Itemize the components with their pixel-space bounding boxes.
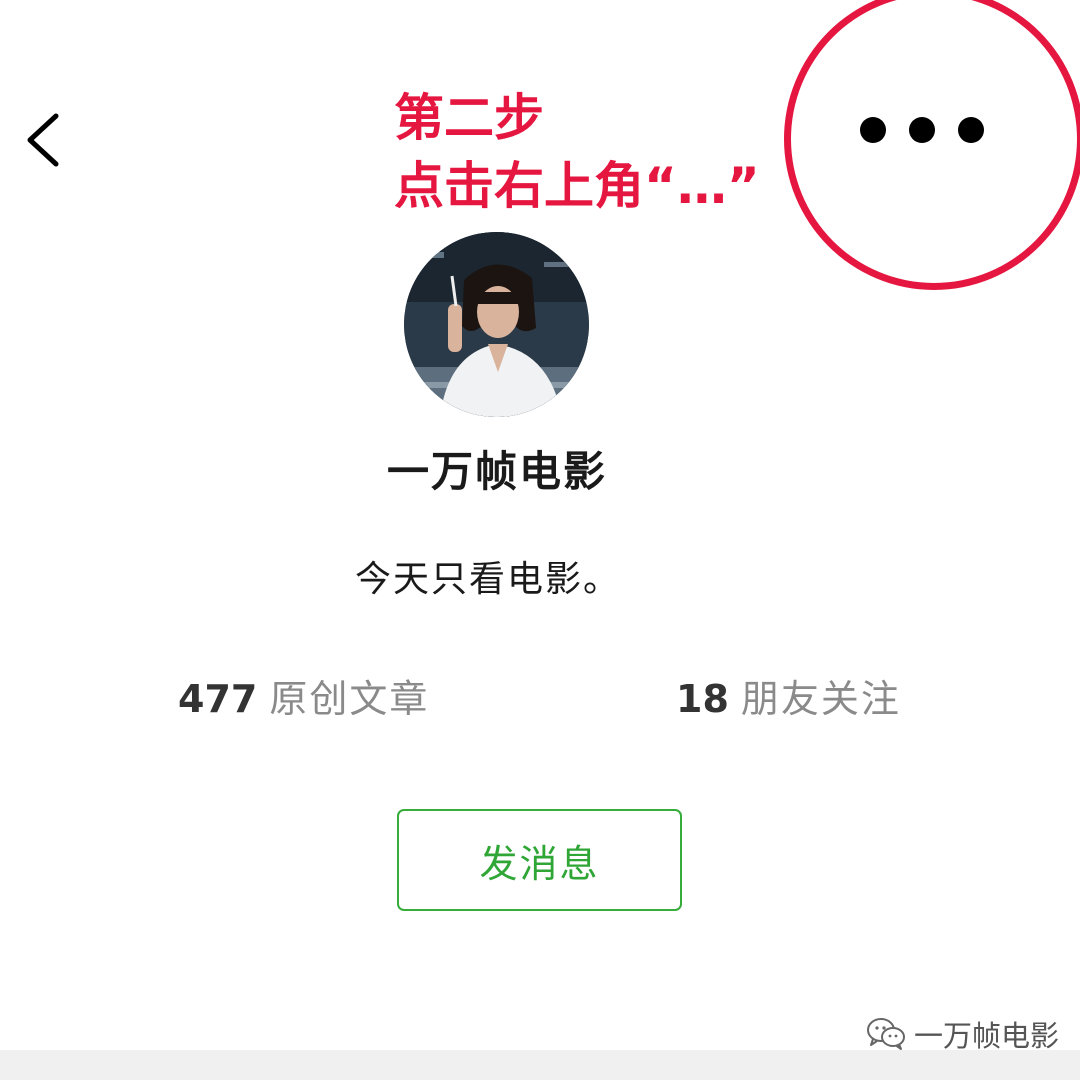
instruction-annotation: 第二步 点击右上角“…” <box>394 84 760 220</box>
back-button[interactable] <box>20 108 68 172</box>
avatar-image <box>404 232 589 417</box>
avatar[interactable] <box>404 232 589 417</box>
more-options-button[interactable] <box>860 110 984 150</box>
articles-label: 原创文章 <box>269 677 430 721</box>
chevron-left-icon <box>27 113 59 167</box>
friends-label: 朋友关注 <box>740 677 901 721</box>
watermark: 一万帧电影 <box>866 1014 1059 1054</box>
wechat-icon <box>867 1018 905 1050</box>
more-dots-icon <box>958 117 984 143</box>
articles-count: 477 <box>178 677 258 721</box>
bottom-strip <box>0 1050 1080 1080</box>
original-articles-stat[interactable]: 477 原创文章 <box>178 668 429 723</box>
more-dots-icon <box>860 117 886 143</box>
send-message-button[interactable]: 发消息 <box>397 809 682 911</box>
annotation-step-label: 第二步 <box>394 89 544 147</box>
friends-count: 18 <box>676 677 729 721</box>
annotation-instruction: 点击右上角“…” <box>394 157 760 215</box>
profile-page: 第二步 点击右上角“…” 一万帧电影 今天只看电影。 477 原创文章 18 朋… <box>0 0 1080 1080</box>
account-name: 一万帧电影 <box>386 447 607 496</box>
more-dots-icon <box>909 117 935 143</box>
watermark-text: 一万帧电影 <box>914 1019 1060 1053</box>
friends-following-stat[interactable]: 18 朋友关注 <box>676 668 901 723</box>
account-signature: 今天只看电影。 <box>354 559 621 600</box>
